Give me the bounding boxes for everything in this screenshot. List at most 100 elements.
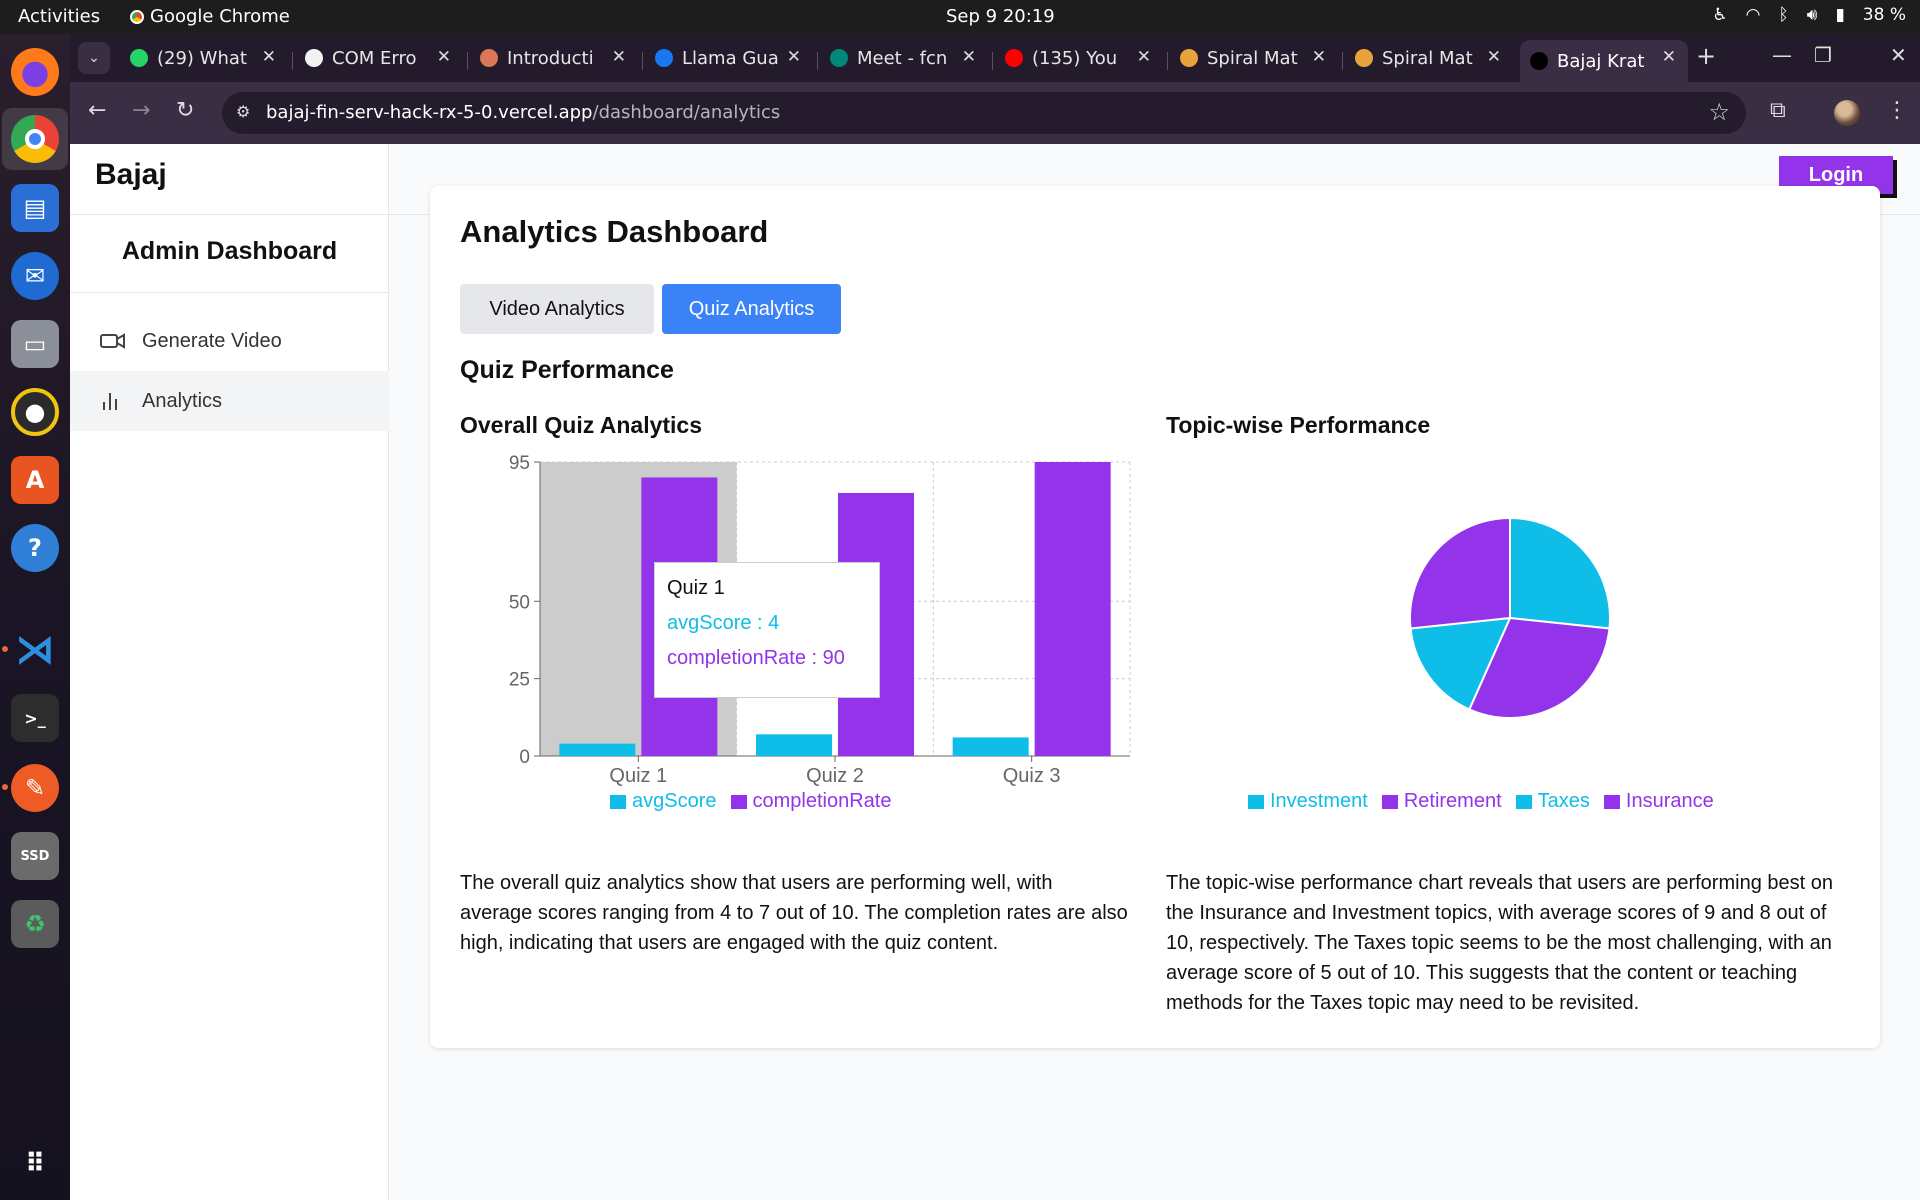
browser-tab[interactable]: Llama Gua ✕ (645, 40, 813, 76)
tab-separator (1167, 52, 1168, 70)
tab-video-analytics[interactable]: Video Analytics (460, 284, 654, 334)
screen-root: Activities Google Chrome Sep 9 20:19 ♿ ◠… (0, 0, 1920, 1200)
sidebar-item-analytics[interactable]: Analytics (70, 371, 389, 431)
help-icon[interactable]: ? (11, 524, 59, 572)
wifi-icon[interactable]: ◠ (1746, 5, 1761, 25)
firefox-icon[interactable] (11, 48, 59, 96)
browser-tab[interactable]: Meet - fcn ✕ (820, 40, 988, 76)
sidebar-item-label: Analytics (142, 389, 223, 412)
tab-close-icon[interactable]: ✕ (1312, 47, 1326, 67)
show-apps-icon[interactable]: ⠿ (11, 1140, 59, 1188)
pie-chart-description: The topic-wise performance chart reveals… (1166, 872, 1833, 1014)
legend-item-avgScore[interactable]: avgScore (610, 790, 717, 813)
browser-tab[interactable]: Introducti ✕ (470, 40, 638, 76)
tab-favicon-icon (1530, 52, 1548, 70)
thunderbird-icon[interactable]: ✉ (11, 252, 59, 300)
sidebar-item-generate-video[interactable]: Generate Video (70, 311, 389, 371)
ssd-drive-icon[interactable]: SSD (11, 832, 59, 880)
back-icon[interactable]: ← (88, 98, 106, 123)
tab-title: Introducti (507, 47, 594, 69)
rhythmbox-icon[interactable]: ● (11, 388, 59, 436)
running-indicator-2 (2, 784, 8, 790)
tab-close-icon[interactable]: ✕ (437, 47, 451, 67)
browser-tab[interactable]: Spiral Mat ✕ (1345, 40, 1513, 76)
bookmark-star-icon[interactable]: ☆ (1708, 98, 1730, 126)
forward-icon[interactable]: → (132, 98, 150, 123)
bar-chart-legend: avgScore completionRate (610, 790, 891, 813)
browser-tab[interactable]: COM Erro ✕ (295, 40, 463, 76)
legend-item-insurance[interactable]: Insurance (1603, 790, 1714, 813)
minimize-icon[interactable]: — (1772, 43, 1792, 67)
vscode-icon[interactable]: ⋊ (11, 626, 59, 674)
bar-avgScore-3[interactable] (952, 737, 1029, 756)
url-text[interactable]: bajaj-fin-serv-hack-rx-5-0.vercel.app/da… (266, 102, 780, 123)
new-tab-button[interactable]: + (1696, 42, 1716, 70)
browser-tab[interactable]: (135) You ✕ (995, 40, 1163, 76)
x-tick-label: Quiz 2 (806, 765, 864, 787)
tab-title: (135) You (1032, 47, 1118, 69)
restore-icon[interactable]: ❐ (1814, 43, 1832, 67)
legend-item-investment[interactable]: Investment (1248, 790, 1368, 813)
app-menu[interactable]: Google Chrome (130, 6, 290, 27)
legend-label: Retirement (1403, 790, 1502, 812)
legend-item-completionRate[interactable]: completionRate (730, 790, 891, 813)
volume-icon[interactable]: 🔊︎ (1807, 5, 1818, 25)
legend-item-retirement[interactable]: Retirement (1381, 790, 1502, 813)
reload-icon[interactable]: ↻ (176, 98, 194, 123)
browser-tab[interactable]: Spiral Mat ✕ (1170, 40, 1338, 76)
tab-close-icon[interactable]: ✕ (962, 47, 976, 67)
clock[interactable]: Sep 9 20:19 (946, 6, 1055, 27)
tab-close-icon[interactable]: ✕ (612, 47, 626, 67)
tab-close-icon[interactable]: ✕ (1487, 47, 1501, 67)
tab-close-icon[interactable]: ✕ (1662, 47, 1676, 67)
bar-chart-icon (100, 391, 128, 411)
system-tray[interactable]: ♿ ◠ ᛒ 🔊︎ ▮ 38 % (1712, 5, 1906, 25)
writer-icon[interactable]: ▤ (11, 184, 59, 232)
sidebar: Bajaj Admin Dashboard Generate Video Ana… (70, 144, 389, 1200)
profile-avatar[interactable] (1834, 100, 1860, 126)
tab-separator (817, 52, 818, 70)
tab-search-button[interactable]: ⌄ (78, 42, 110, 74)
bar-avgScore-2[interactable] (756, 734, 832, 756)
battery-level: 38 % (1862, 5, 1906, 25)
close-window-icon[interactable]: ✕ (1890, 43, 1907, 67)
video-camera-icon (100, 331, 128, 351)
terminal-icon[interactable]: >_ (11, 694, 59, 742)
legend-item-taxes[interactable]: Taxes (1515, 790, 1590, 813)
site-info-icon[interactable]: ⚙ (236, 102, 250, 121)
browser-tab[interactable]: (29) What ✕ (120, 40, 288, 76)
browser-menu-icon[interactable]: ⋮ (1886, 98, 1908, 123)
accessibility-icon[interactable]: ♿ (1712, 5, 1727, 25)
pie-slice-insurance[interactable] (1409, 516, 1511, 630)
postman-icon[interactable]: ✎ (11, 764, 59, 812)
bar-avgScore-1[interactable] (559, 743, 636, 756)
tab-quiz-analytics[interactable]: Quiz Analytics (662, 284, 841, 334)
tab-separator (642, 52, 643, 70)
brand-logo[interactable]: Bajaj (95, 158, 167, 192)
extensions-icon[interactable]: ⧉ (1770, 98, 1786, 123)
pie-slice-investment[interactable] (1509, 516, 1611, 630)
bar-completionRate-3[interactable] (1034, 462, 1111, 756)
browser-tab-bar: ⌄ (29) What ✕ COM Erro ✕ Introducti ✕ Llama Gu… (70, 34, 1920, 82)
chrome-icon[interactable] (11, 115, 59, 163)
y-tick-label: 0 (519, 747, 530, 768)
tab-close-icon[interactable]: ✕ (1137, 47, 1151, 67)
address-bar[interactable]: ⚙ bajaj-fin-serv-hack-rx-5-0.vercel.app/… (222, 92, 1746, 134)
dock: ▤ ✉ ▭ ● A ? ⋊ >_ ✎ SSD ♻ ⠿ (0, 34, 70, 1200)
legend-label: Taxes (1537, 790, 1590, 812)
trash-icon[interactable]: ♻ (11, 900, 59, 948)
bluetooth-icon[interactable]: ᛒ (1779, 5, 1789, 25)
files-icon[interactable]: ▭ (11, 320, 59, 368)
app-center-icon[interactable]: A (11, 456, 59, 504)
activities-button[interactable]: Activities (18, 6, 100, 27)
y-tick-label: 95 (509, 453, 530, 474)
x-tick-label: Quiz 1 (609, 765, 667, 787)
legend-swatch (730, 794, 747, 809)
tab-close-icon[interactable]: ✕ (787, 47, 801, 67)
pie-chart[interactable] (1166, 450, 1846, 790)
legend-label: Investment (1270, 790, 1368, 812)
analytics-card: Analytics Dashboard Video Analytics Quiz… (430, 186, 1880, 1048)
browser-tab[interactable]: Bajaj Krat ✕ (1520, 40, 1688, 82)
pie-chart-legend: Investment Retirement Taxes Insurance (1248, 790, 1714, 813)
tab-close-icon[interactable]: ✕ (262, 47, 276, 67)
